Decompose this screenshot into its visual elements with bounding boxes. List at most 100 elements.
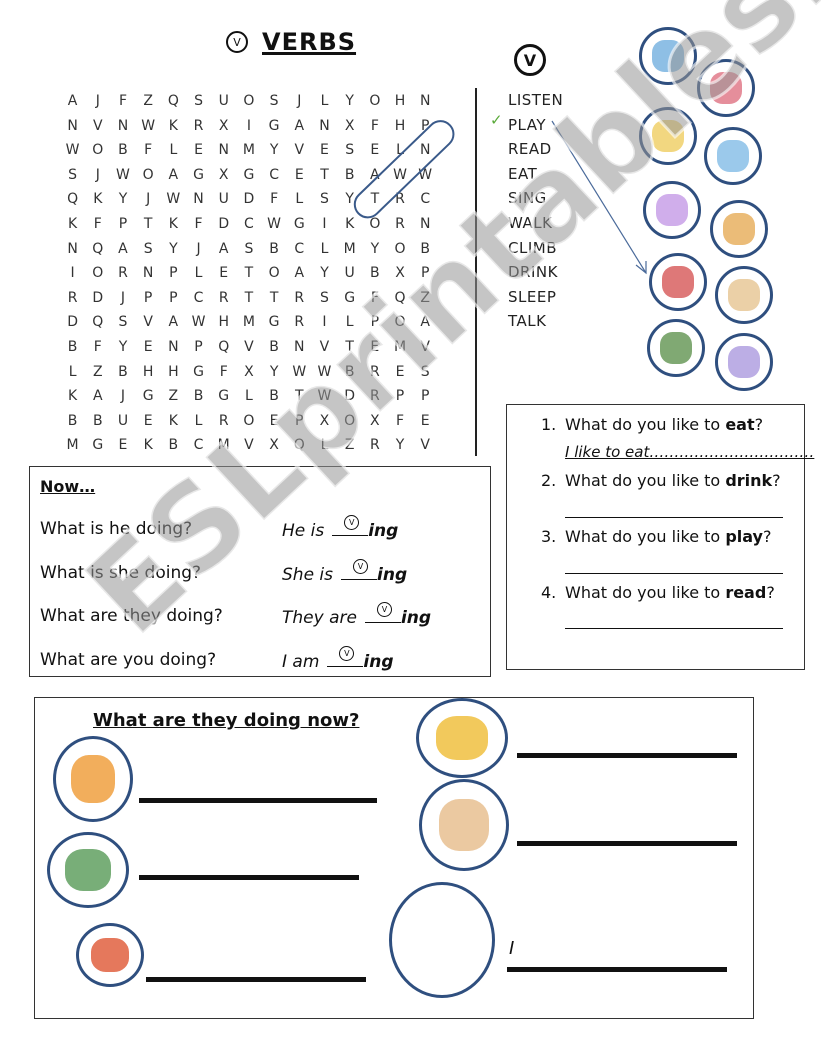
grid-letter[interactable]: O <box>337 409 362 434</box>
grid-letter[interactable]: R <box>362 384 387 409</box>
grid-letter[interactable]: T <box>312 163 337 188</box>
grid-letter[interactable]: G <box>211 384 236 409</box>
grid-letter[interactable]: T <box>337 335 362 360</box>
grid-letter[interactable]: J <box>110 286 135 311</box>
grid-letter[interactable]: C <box>287 237 312 262</box>
grid-letter[interactable]: G <box>236 163 261 188</box>
grid-letter[interactable]: V <box>413 335 438 360</box>
grid-letter[interactable]: G <box>186 163 211 188</box>
grid-letter[interactable]: B <box>60 335 85 360</box>
grid-letter[interactable]: L <box>312 89 337 114</box>
grid-letter[interactable]: S <box>186 89 211 114</box>
grid-letter[interactable]: K <box>85 187 110 212</box>
grid-letter[interactable]: N <box>211 138 236 163</box>
grid-letter[interactable]: B <box>60 409 85 434</box>
grid-letter[interactable]: M <box>60 433 85 458</box>
grid-letter[interactable]: H <box>136 360 161 385</box>
grid-letter[interactable]: E <box>211 261 236 286</box>
grid-letter[interactable]: E <box>312 138 337 163</box>
grid-letter[interactable]: C <box>186 286 211 311</box>
grid-letter[interactable]: C <box>186 433 211 458</box>
grid-letter[interactable]: P <box>362 310 387 335</box>
grid-letter[interactable]: C <box>413 187 438 212</box>
grid-letter[interactable]: Y <box>312 261 337 286</box>
grid-letter[interactable]: Z <box>85 360 110 385</box>
grid-letter[interactable]: D <box>211 212 236 237</box>
grid-letter[interactable]: L <box>312 433 337 458</box>
grid-letter[interactable]: B <box>262 237 287 262</box>
grid-letter[interactable]: F <box>362 114 387 139</box>
grid-letter[interactable]: S <box>312 187 337 212</box>
grid-letter[interactable]: V <box>236 335 261 360</box>
grid-letter[interactable]: N <box>161 335 186 360</box>
grid-letter[interactable]: L <box>161 138 186 163</box>
grid-letter[interactable]: V <box>236 433 261 458</box>
grid-letter[interactable]: F <box>136 138 161 163</box>
grid-letter[interactable]: Y <box>110 187 135 212</box>
grid-letter[interactable]: U <box>211 89 236 114</box>
grid-letter[interactable]: O <box>236 89 261 114</box>
grid-letter[interactable]: T <box>136 212 161 237</box>
grid-letter[interactable]: I <box>60 261 85 286</box>
grid-letter[interactable]: D <box>85 286 110 311</box>
grid-letter[interactable]: G <box>186 360 211 385</box>
grid-letter[interactable]: V <box>312 335 337 360</box>
grid-letter[interactable]: I <box>312 310 337 335</box>
grid-letter[interactable]: M <box>236 310 261 335</box>
grid-letter[interactable]: E <box>136 409 161 434</box>
grid-letter[interactable]: P <box>110 212 135 237</box>
grid-letter[interactable]: S <box>337 138 362 163</box>
grid-letter[interactable]: Q <box>85 310 110 335</box>
grid-letter[interactable]: D <box>236 187 261 212</box>
grid-letter[interactable]: W <box>60 138 85 163</box>
grid-letter[interactable]: E <box>110 433 135 458</box>
grid-letter[interactable]: Y <box>262 360 287 385</box>
grid-letter[interactable]: B <box>110 138 135 163</box>
grid-letter[interactable]: Z <box>136 89 161 114</box>
grid-letter[interactable]: F <box>362 286 387 311</box>
grid-letter[interactable]: S <box>312 286 337 311</box>
grid-letter[interactable]: O <box>387 237 412 262</box>
grid-letter[interactable]: B <box>413 237 438 262</box>
grid-letter[interactable]: G <box>85 433 110 458</box>
grid-letter[interactable]: T <box>236 261 261 286</box>
grid-letter[interactable]: F <box>387 409 412 434</box>
grid-letter[interactable]: A <box>413 310 438 335</box>
grid-letter[interactable]: H <box>387 114 412 139</box>
grid-letter[interactable]: H <box>211 310 236 335</box>
grid-letter[interactable]: Z <box>161 384 186 409</box>
grid-letter[interactable]: E <box>262 409 287 434</box>
grid-letter[interactable]: X <box>236 360 261 385</box>
grid-letter[interactable]: G <box>262 310 287 335</box>
grid-letter[interactable]: B <box>337 163 362 188</box>
answer-line[interactable] <box>139 875 359 880</box>
grid-letter[interactable]: R <box>362 433 387 458</box>
grid-letter[interactable]: E <box>186 138 211 163</box>
grid-letter[interactable]: M <box>236 138 261 163</box>
grid-letter[interactable]: T <box>262 286 287 311</box>
grid-letter[interactable]: L <box>312 237 337 262</box>
grid-letter[interactable]: R <box>60 286 85 311</box>
grid-letter[interactable]: Q <box>60 187 85 212</box>
grid-letter[interactable]: K <box>136 433 161 458</box>
grid-letter[interactable]: C <box>236 212 261 237</box>
grid-letter[interactable]: N <box>413 89 438 114</box>
grid-letter[interactable]: Q <box>287 433 312 458</box>
grid-letter[interactable]: B <box>262 384 287 409</box>
grid-letter[interactable]: P <box>387 384 412 409</box>
grid-letter[interactable]: G <box>136 384 161 409</box>
grid-letter[interactable]: K <box>161 212 186 237</box>
grid-letter[interactable]: V <box>413 433 438 458</box>
grid-letter[interactable]: N <box>186 187 211 212</box>
grid-letter[interactable]: A <box>110 237 135 262</box>
grid-letter[interactable]: P <box>161 286 186 311</box>
grid-letter[interactable]: W <box>287 360 312 385</box>
grid-letter[interactable]: A <box>287 114 312 139</box>
grid-letter[interactable]: U <box>337 261 362 286</box>
grid-letter[interactable]: A <box>211 237 236 262</box>
answer-line[interactable] <box>517 841 737 846</box>
grid-letter[interactable]: E <box>362 138 387 163</box>
grid-letter[interactable]: F <box>211 360 236 385</box>
grid-letter[interactable]: N <box>413 212 438 237</box>
grid-letter[interactable]: M <box>211 433 236 458</box>
